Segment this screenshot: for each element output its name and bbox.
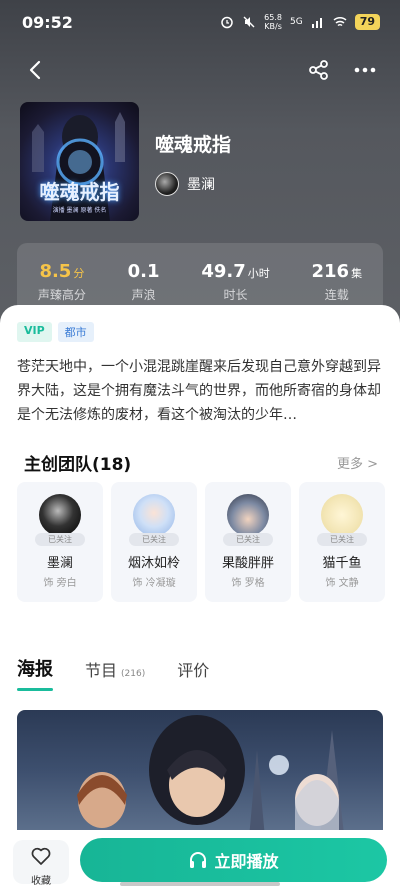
team-member-card[interactable]: 已关注 果酸胖胖 饰 罗格 bbox=[205, 482, 291, 602]
play-now-label: 立即播放 bbox=[214, 852, 279, 871]
stat-value: 216 bbox=[311, 261, 350, 282]
wifi-icon bbox=[333, 16, 347, 27]
stat-value: 0.1 bbox=[127, 261, 160, 282]
bottom-action-bar: 收藏 立即播放 bbox=[0, 830, 400, 889]
team-title: 主创团队(18) bbox=[24, 455, 132, 475]
stat-unit: 分 bbox=[73, 267, 85, 280]
share-icon bbox=[309, 60, 328, 80]
stat-unit: 集 bbox=[351, 267, 363, 280]
stat-label: 声浪 bbox=[131, 288, 156, 302]
followed-badge: 已关注 bbox=[223, 533, 273, 546]
tab-active-indicator bbox=[17, 688, 53, 691]
favorite-label: 收藏 bbox=[31, 876, 51, 887]
tab-label: 海报 bbox=[17, 659, 53, 680]
net-speed: 65.8 KB/s bbox=[264, 13, 282, 31]
team-list: 已关注 墨澜 饰 旁白 已关注 烟沐如柃 饰 冷凝璇 已关注 果酸胖胖 饰 罗格… bbox=[17, 482, 385, 602]
heart-icon bbox=[31, 847, 51, 865]
more-button[interactable] bbox=[348, 53, 382, 87]
member-name: 墨澜 bbox=[46, 556, 73, 571]
avatar bbox=[39, 494, 81, 536]
mute-icon bbox=[243, 16, 255, 28]
cover-title: 噬魂戒指 bbox=[39, 180, 120, 204]
followed-badge: 已关注 bbox=[129, 533, 179, 546]
team-member-card[interactable]: 已关注 猫千鱼 饰 文静 bbox=[299, 482, 385, 602]
tab-count: (216) bbox=[121, 669, 146, 679]
followed-badge: 已关注 bbox=[317, 533, 367, 546]
status-icons: 65.8 KB/s 5G 79 bbox=[220, 13, 380, 31]
member-role: 饰 文静 bbox=[325, 578, 359, 589]
net-speed-value: 65.8 bbox=[264, 13, 282, 22]
chevron-left-icon bbox=[29, 60, 41, 80]
stat-unit: 小时 bbox=[247, 267, 270, 280]
net-speed-unit: KB/s bbox=[264, 22, 282, 31]
signal-icon bbox=[311, 18, 322, 28]
vip-tag[interactable]: VIP bbox=[17, 322, 52, 342]
genre-tag[interactable]: 都市 bbox=[57, 322, 94, 342]
avatar bbox=[227, 494, 269, 536]
book-cover[interactable]: 噬魂戒指 演播 墨澜 原著 佚名 bbox=[20, 102, 139, 221]
stat-label: 声臻高分 bbox=[37, 288, 86, 302]
team-header: 主创团队(18) 更多 > bbox=[24, 450, 378, 475]
favorite-button[interactable]: 收藏 bbox=[13, 840, 69, 887]
followed-badge: 已关注 bbox=[35, 533, 85, 546]
tab-label: 节目 bbox=[85, 661, 118, 680]
tab-label: 评价 bbox=[177, 661, 210, 680]
cover-subtitle: 演播 墨澜 原著 佚名 bbox=[52, 207, 107, 214]
stats-card: 8.5 分 声臻高分 0.1 声浪 49.7 小时 时长 216 集 连载 bbox=[17, 243, 383, 313]
author-avatar bbox=[155, 172, 179, 196]
team-member-card[interactable]: 已关注 墨澜 饰 旁白 bbox=[17, 482, 103, 602]
member-role: 饰 罗格 bbox=[231, 578, 265, 589]
stat-label: 时长 bbox=[223, 288, 248, 302]
stat-label: 连载 bbox=[324, 288, 349, 302]
content-tabs: 海报 节目 (216) 评价 bbox=[17, 655, 209, 691]
more-dots-icon bbox=[354, 67, 376, 73]
team-member-card[interactable]: 已关注 烟沐如柃 饰 冷凝璇 bbox=[111, 482, 197, 602]
member-name: 果酸胖胖 bbox=[221, 556, 274, 571]
team-more-link[interactable]: 更多 > bbox=[337, 453, 378, 472]
author-name: 墨澜 bbox=[187, 177, 215, 193]
stat-value: 8.5 bbox=[39, 261, 72, 282]
share-button[interactable] bbox=[302, 53, 336, 87]
play-now-button[interactable]: 立即播放 bbox=[80, 838, 387, 882]
status-bar: 09:52 65.8 KB/s 5G 79 bbox=[0, 0, 400, 44]
network-type: 5G bbox=[289, 17, 303, 27]
description[interactable]: 苍茫天地中，一个小混混跳崖醒来后发现自己意外穿越到异界大陆，这是个拥有魔法斗气的… bbox=[17, 355, 383, 427]
avatar bbox=[321, 494, 363, 536]
top-nav bbox=[0, 50, 400, 90]
avatar bbox=[133, 494, 175, 536]
member-role: 饰 冷凝璇 bbox=[132, 578, 176, 589]
tab-poster[interactable]: 海报 bbox=[17, 655, 53, 691]
stat-value: 49.7 bbox=[201, 261, 246, 282]
author-row[interactable]: 墨澜 bbox=[155, 172, 215, 196]
content-sheet: VIP 都市 苍茫天地中，一个小混混跳崖醒来后发现自己意外穿越到异界大陆，这是个… bbox=[0, 305, 400, 889]
tab-episodes[interactable]: 节目 (216) bbox=[85, 657, 145, 681]
battery-indicator: 79 bbox=[354, 14, 380, 30]
tag-list: VIP 都市 bbox=[17, 322, 94, 342]
status-time: 09:52 bbox=[22, 12, 73, 32]
home-indicator bbox=[120, 882, 280, 886]
headphones-icon bbox=[190, 852, 207, 868]
tab-reviews[interactable]: 评价 bbox=[177, 657, 209, 681]
member-name: 烟沐如柃 bbox=[127, 556, 180, 571]
back-button[interactable] bbox=[18, 53, 52, 87]
member-name: 猫千鱼 bbox=[322, 556, 362, 571]
member-role: 饰 旁白 bbox=[43, 578, 77, 589]
alarm-icon bbox=[221, 16, 233, 29]
book-title: 噬魂戒指 bbox=[155, 134, 232, 156]
